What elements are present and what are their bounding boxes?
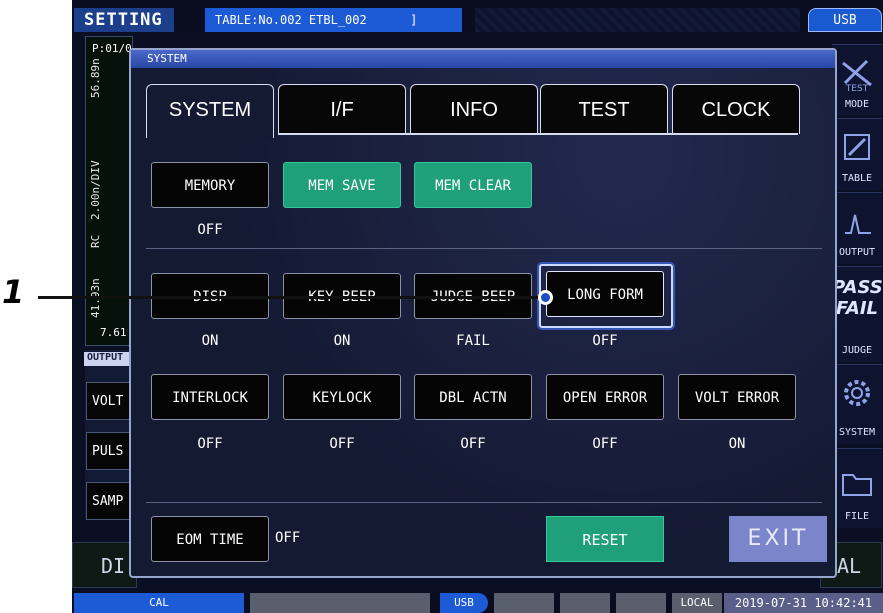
dbl-actn-button[interactable]: DBL ACTN — [414, 374, 532, 420]
status-blank-2 — [494, 593, 554, 613]
volt-error-value: ON — [728, 436, 746, 452]
disp-button-bg[interactable]: DI — [72, 542, 137, 588]
pass-text: PASS — [832, 277, 883, 298]
volt-error-button[interactable]: VOLT ERROR — [678, 374, 796, 420]
eom-time-value: OFF — [275, 530, 301, 546]
svg-text:TEST: TEST — [845, 84, 869, 93]
open-error-button[interactable]: OPEN ERROR — [546, 374, 664, 420]
judge-label: JUDGE — [841, 345, 873, 356]
output-label: OUTPUT — [84, 352, 132, 366]
callout-number: 1 — [2, 273, 25, 311]
mode-icon: TEST — [842, 59, 872, 94]
table-side-button[interactable]: TABLE — [832, 118, 882, 190]
datetime: 2019-07-31 10:42:41 — [724, 593, 883, 613]
keylock-button[interactable]: KEYLOCK — [283, 374, 401, 420]
long-form-button[interactable]: LONG FORM — [546, 271, 664, 317]
status-blank-1 — [250, 593, 430, 613]
mem-save-button[interactable]: MEM SAVE — [283, 162, 401, 208]
eom-time-button[interactable]: EOM TIME — [151, 516, 269, 562]
dialog-header: SYSTEM — [131, 50, 835, 68]
system-side-button[interactable]: SYSTEM — [832, 364, 882, 444]
screen-title: SETTING — [74, 8, 174, 32]
axis-label-bottom: 41.93n — [89, 268, 102, 318]
output-side-button[interactable]: OUTPUT — [832, 192, 882, 264]
status-blank-4 — [616, 593, 666, 613]
table-label: TABLE — [841, 173, 873, 184]
interlock-button[interactable]: INTERLOCK — [151, 374, 269, 420]
tab-info[interactable]: INFO — [410, 84, 538, 134]
divider — [146, 502, 822, 503]
mode-label: MODE — [844, 99, 870, 110]
usb-indicator: USB — [808, 8, 882, 32]
tab-test[interactable]: TEST — [540, 84, 668, 134]
memory-value: OFF — [197, 222, 223, 238]
callout-dot — [541, 293, 550, 302]
file-label: FILE — [844, 511, 870, 522]
axis-label-div: 2.00n/DIV — [89, 160, 102, 220]
mem-clear-button[interactable]: MEM CLEAR — [414, 162, 532, 208]
tab-system[interactable]: SYSTEM — [146, 84, 274, 138]
output-side-label: OUTPUT — [838, 247, 876, 258]
mode-side-button[interactable]: TEST MODE — [832, 44, 882, 116]
tab-if[interactable]: I/F — [278, 84, 406, 134]
status-blank-3 — [560, 593, 610, 613]
table-indicator: TABLE:No.002 ETBL_002 ] — [205, 8, 462, 32]
memory-button[interactable]: MEMORY — [151, 162, 269, 208]
interlock-value: OFF — [197, 436, 223, 452]
reset-button[interactable]: RESET — [546, 516, 664, 562]
tab-underline — [278, 133, 798, 135]
key-beep-value: ON — [333, 333, 351, 349]
dbl-actn-value: OFF — [460, 436, 486, 452]
long-form-value: OFF — [592, 333, 618, 349]
table-icon — [844, 134, 870, 160]
system-label: SYSTEM — [838, 427, 876, 438]
file-side-button[interactable]: FILE — [832, 448, 882, 528]
axis-label-top: 56.89n — [89, 58, 102, 98]
divider — [146, 248, 822, 249]
callout-line — [38, 296, 546, 299]
judge-side-button[interactable]: PASS FAIL JUDGE — [832, 266, 883, 362]
graph-page-label: P:01/01 700.74V — [92, 42, 132, 55]
folder-icon — [842, 474, 872, 496]
cal-indicator: CAL — [74, 593, 244, 613]
disp-value: ON — [201, 333, 219, 349]
output-icon — [845, 214, 871, 234]
axis-label-rc: RC — [89, 234, 102, 248]
judge-beep-value: FAIL — [456, 333, 490, 349]
keylock-value: OFF — [329, 436, 355, 452]
local-indicator: LOCAL — [672, 593, 722, 613]
graph-bottom-value: 7.61 — [100, 326, 127, 339]
gear-icon — [844, 380, 870, 406]
exit-button[interactable]: EXIT — [729, 516, 827, 562]
usb-status: USB — [440, 593, 488, 613]
open-error-value: OFF — [592, 436, 618, 452]
tab-clock[interactable]: CLOCK — [672, 84, 800, 134]
top-bar-pattern — [475, 8, 800, 32]
fail-text: FAIL — [835, 298, 879, 319]
